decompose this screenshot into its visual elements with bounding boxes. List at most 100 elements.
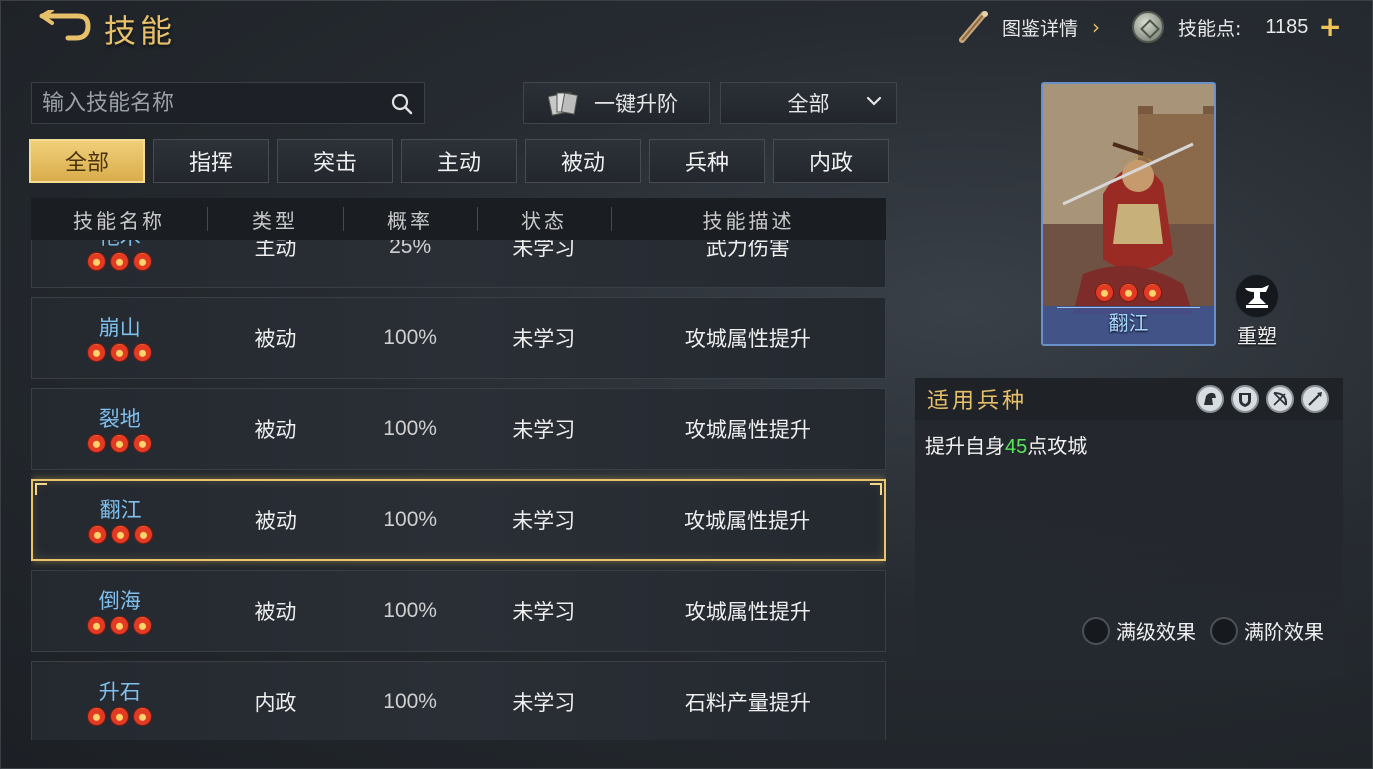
cavalry-icon [1196,385,1224,413]
header-rate[interactable]: 概率 [343,205,477,234]
star-icon [133,706,153,726]
table-row[interactable]: 裂地 被动 100% 未学习 攻城属性提升 [31,388,886,470]
skill-rate: 100% [383,690,437,713]
skill-name-cell: 崩山 [32,315,208,362]
star-icon [110,615,130,635]
troop-icons [1196,385,1329,413]
header-status[interactable]: 状态 [477,205,611,234]
star-icon [133,342,153,362]
star-rating [87,342,153,362]
search-icon[interactable] [390,92,414,116]
skill-rate: 100% [383,326,437,349]
star-icon [1143,283,1162,302]
back-arrow-icon [39,8,91,41]
bow-icon [1266,385,1294,413]
skill-description: 石料产量提升 [684,691,811,715]
scroll-brush-icon [959,11,988,43]
max-rank-option[interactable]: 满阶效果 [1210,616,1324,645]
gallery-label: 图鉴详情 [1002,17,1079,40]
skill-name: 翻江 [99,497,142,522]
header-skill-name[interactable]: 技能名称 [31,205,207,234]
tab-command[interactable]: 指挥 [153,139,269,183]
skill-status: 未学习 [512,327,576,351]
star-icon [134,524,154,544]
filter-dropdown[interactable]: 全部 [720,82,897,124]
skill-status: 未学习 [512,691,576,715]
skill-name-cell: 袍木 [32,240,208,271]
skill-status: 未学习 [512,240,576,260]
skill-description: 攻城属性提升 [684,600,811,624]
page-title: 技能 [104,12,177,50]
skill-rate: 25% [389,240,432,258]
skill-name: 升石 [98,679,141,704]
tab-active[interactable]: 主动 [401,139,517,183]
star-icon [87,615,107,635]
gallery-details-link[interactable]: 图鉴详情 › [956,10,1100,44]
tab-troop[interactable]: 兵种 [649,139,765,183]
skill-card[interactable]: 翻江 [1041,82,1216,346]
skill-list[interactable]: 袍木 主动 25% 未学习 武力伤害 崩山 被动 100% 未学习 攻城属性提升… [31,240,886,740]
skill-type: 主动 [254,240,297,260]
skill-status: 未学习 [512,418,576,442]
skill-name: 裂地 [98,406,141,431]
search-input[interactable] [42,90,382,116]
skill-name-cell: 裂地 [32,406,208,453]
max-rank-radio[interactable] [1210,616,1238,645]
max-level-radio[interactable] [1082,616,1110,645]
table-row-selected[interactable]: 翻江 被动 100% 未学习 攻城属性提升 [31,479,886,561]
skill-description: 攻城属性提升 [684,509,811,533]
table-row[interactable]: 升石 内政 100% 未学习 石料产量提升 [31,661,886,740]
star-rating [87,433,153,453]
skill-rate: 100% [383,599,437,622]
effect-suffix: 点攻城 [1027,434,1088,458]
search-box [31,82,425,124]
max-level-option[interactable]: 满级效果 [1082,616,1196,645]
chevron-right-icon: › [1092,15,1101,39]
tab-passive[interactable]: 被动 [525,139,641,183]
spear-icon [1301,385,1329,413]
chevron-down-icon [866,96,882,106]
skill-name: 倒海 [98,588,141,613]
star-rating [87,706,153,726]
back-button[interactable] [38,8,92,44]
header-description[interactable]: 技能描述 [611,205,886,234]
skill-type: 被动 [254,327,297,351]
skill-type: 被动 [254,509,297,533]
skill-type: 被动 [254,600,297,624]
table-row[interactable]: 倒海 被动 100% 未学习 攻城属性提升 [31,570,886,652]
skill-coin-icon [1132,11,1164,43]
effect-prefix: 提升自身 [925,434,1005,458]
card-skill-name: 翻江 [1108,311,1149,335]
add-points-button[interactable]: + [1318,13,1341,41]
star-icon [1095,283,1114,302]
star-icon [87,706,107,726]
table-row[interactable]: 袍木 主动 25% 未学习 武力伤害 [31,240,886,288]
skill-name-cell: 翻江 [33,497,208,544]
header-type[interactable]: 类型 [207,205,343,234]
skill-type: 内政 [254,691,297,715]
skill-points-label: 技能点: [1178,17,1242,40]
star-icon [110,251,130,271]
tab-internal-affairs[interactable]: 内政 [773,139,889,183]
skill-rate: 100% [383,508,438,531]
skill-type: 被动 [254,418,297,442]
upgrade-label: 一键升阶 [594,92,678,116]
detail-header: 适用兵种 [915,378,1343,420]
skill-name-cell: 倒海 [32,588,208,635]
star-icon [87,251,107,271]
skill-name-cell: 升石 [32,679,208,726]
skill-points-value: 1185 [1265,15,1309,38]
cards-icon [548,92,578,116]
effect-number: 45 [1005,436,1028,458]
tab-assault[interactable]: 突击 [277,139,393,183]
star-icon [133,433,153,453]
table-row[interactable]: 崩山 被动 100% 未学习 攻城属性提升 [31,297,886,379]
remold-button[interactable]: 重塑 [1229,274,1285,349]
shield-icon [1231,385,1259,413]
filter-value: 全部 [787,92,830,116]
one-click-upgrade-button[interactable]: 一键升阶 [523,82,710,124]
detail-title: 适用兵种 [927,389,1028,414]
star-icon [133,251,153,271]
remold-label: 重塑 [1237,324,1277,348]
tab-all[interactable]: 全部 [29,139,145,183]
